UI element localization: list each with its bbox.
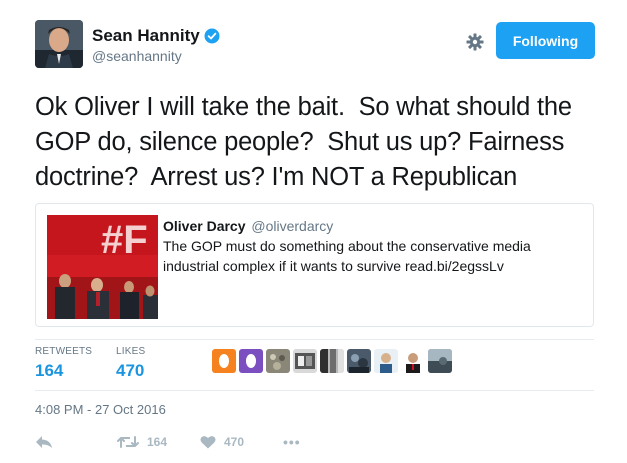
gear-icon[interactable] (465, 32, 485, 52)
retweets-stat[interactable]: RETWEETS 164 (35, 346, 92, 381)
divider (35, 390, 594, 391)
author-avatar[interactable] (35, 20, 83, 68)
reply-icon (35, 435, 53, 449)
like-button[interactable]: 470 (200, 435, 283, 449)
quoted-tweet-header: Oliver Darcy @oliverdarcy (163, 218, 583, 234)
author-handle[interactable]: @seanhannity (92, 48, 220, 64)
heart-icon (200, 435, 216, 449)
liker-avatar[interactable] (266, 349, 290, 373)
liker-avatar[interactable] (428, 349, 452, 373)
tweet-timestamp[interactable]: 4:08 PM - 27 Oct 2016 (35, 402, 166, 417)
svg-text:#F: #F (101, 218, 148, 262)
likes-count: 470 (116, 361, 145, 380)
following-button[interactable]: Following (496, 22, 595, 59)
likes-label: LIKES (116, 346, 146, 357)
divider (35, 339, 594, 340)
liker-avatar[interactable] (239, 349, 263, 373)
quoted-tweet-text: The GOP must do something about the cons… (163, 238, 531, 274)
quoted-tweet-card[interactable]: #F Oliver Darcy @oliverdarcy The GOP mus… (35, 203, 594, 327)
quoted-tweet-body: Oliver Darcy @oliverdarcy The GOP must d… (163, 218, 583, 276)
liker-avatar[interactable] (293, 349, 317, 373)
like-count: 470 (224, 435, 245, 449)
tweet-header: Sean Hannity @seanhannity Following (35, 20, 595, 72)
retweet-icon (117, 435, 139, 449)
likers-avatars (212, 349, 455, 373)
tweet-text: Ok Oliver I will take the bait. So what … (35, 93, 579, 191)
retweets-count: 164 (35, 361, 64, 380)
more-button[interactable]: ••• (283, 434, 301, 450)
liker-avatar[interactable] (374, 349, 398, 373)
author-display-name[interactable]: Sean Hannity (92, 26, 200, 46)
tweet-actions: 164 470 ••• (35, 432, 301, 452)
quoted-display-name[interactable]: Oliver Darcy (163, 218, 246, 234)
liker-avatar[interactable] (401, 349, 425, 373)
retweet-button[interactable]: 164 (117, 435, 200, 449)
more-icon: ••• (283, 434, 301, 450)
reply-button[interactable] (35, 435, 117, 449)
verified-badge-icon (204, 28, 220, 44)
quoted-tweet-image: #F (47, 215, 158, 319)
retweet-count: 164 (147, 435, 168, 449)
retweets-label: RETWEETS (35, 346, 93, 357)
likes-stat[interactable]: LIKES 470 (116, 346, 145, 381)
liker-avatar[interactable] (320, 349, 344, 373)
liker-avatar[interactable] (212, 349, 236, 373)
quoted-handle[interactable]: @oliverdarcy (251, 218, 333, 234)
liker-avatar[interactable] (347, 349, 371, 373)
author-name-block: Sean Hannity @seanhannity (92, 26, 220, 64)
